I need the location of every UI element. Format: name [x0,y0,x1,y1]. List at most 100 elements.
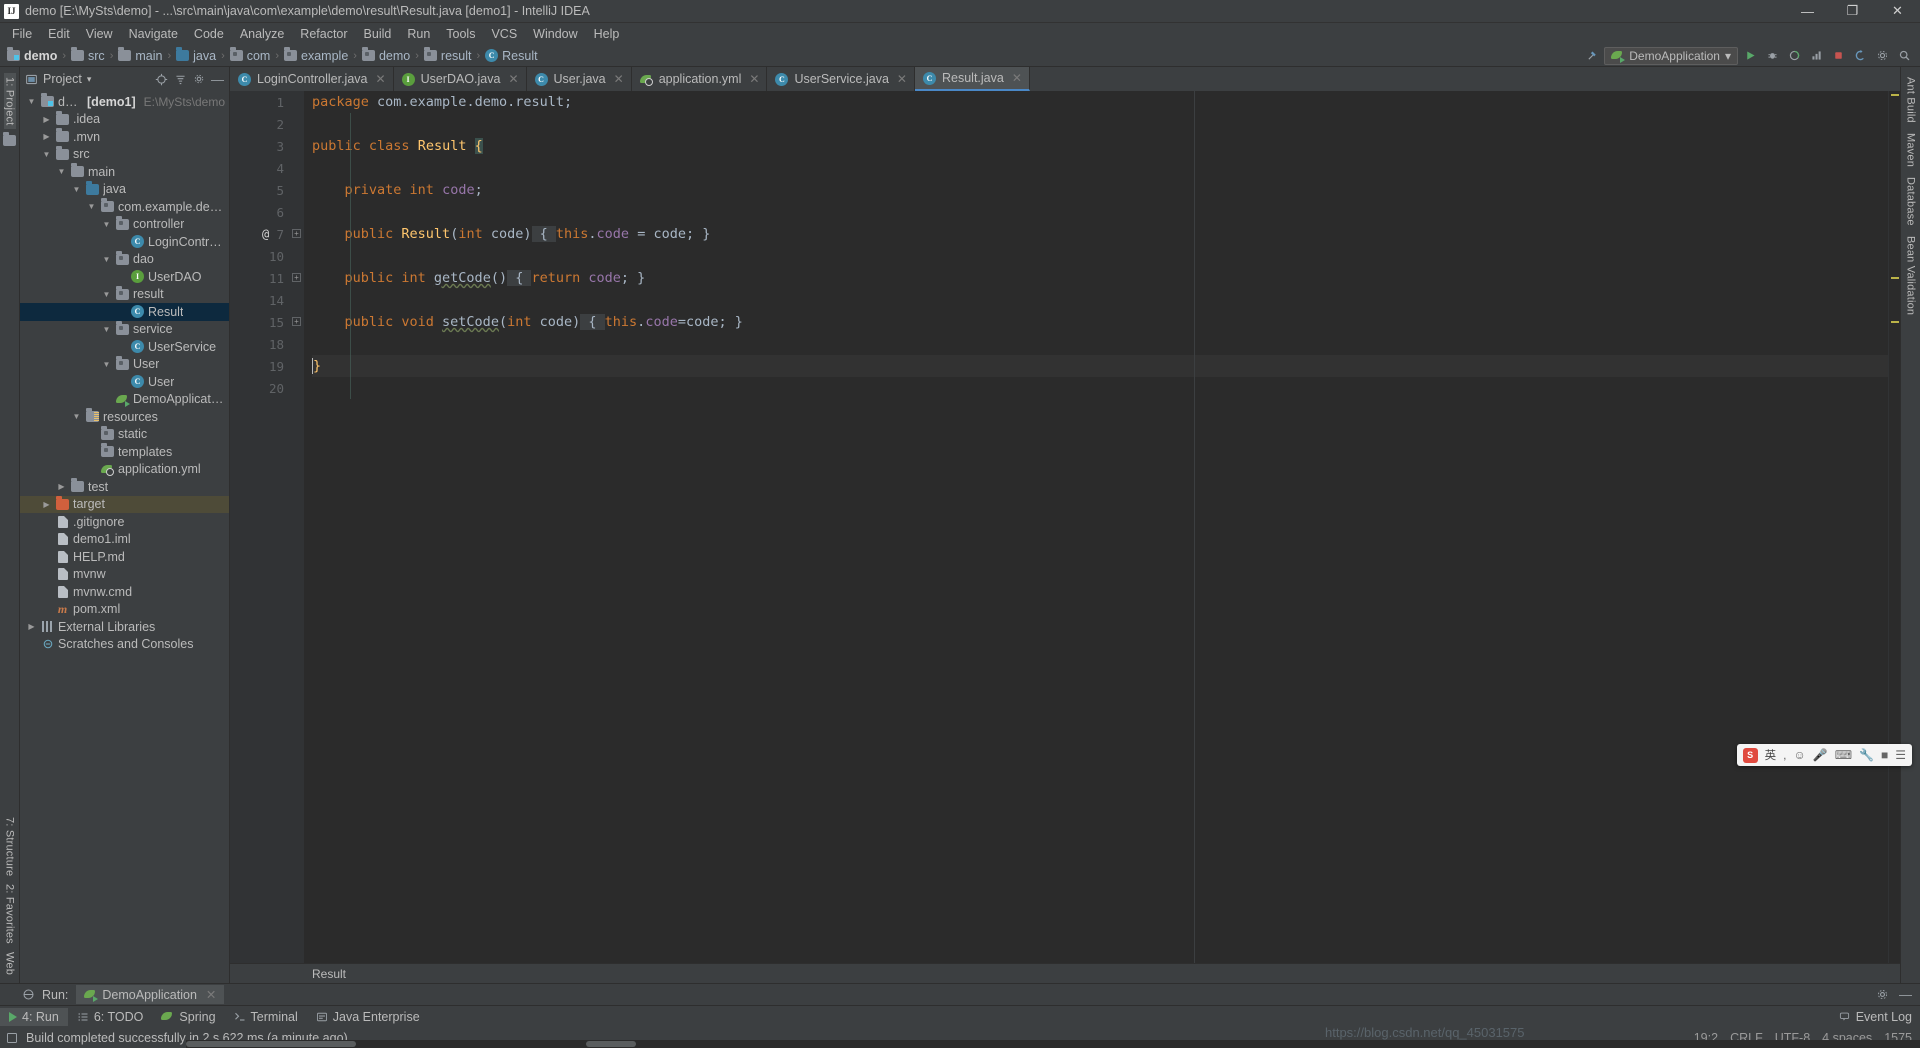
tree-item-test[interactable]: ▶ test [20,478,229,496]
menu-run[interactable]: Run [399,25,438,43]
twisty-collapsed-icon[interactable]: ▶ [26,622,37,631]
tree-item-main[interactable]: ▼ main [20,163,229,181]
gutter-line-number[interactable]: 2 [230,113,290,135]
editor-tab-user-java[interactable]: C User.java ✕ [526,67,632,91]
tree-item-mvn[interactable]: ▶ .mvn [20,128,229,146]
rail-bean-validation-button[interactable]: Bean Validation [1905,232,1917,319]
breadcrumb-java[interactable]: java [173,47,219,64]
fold-expand-icon[interactable]: + [292,273,301,282]
menu-analyze[interactable]: Analyze [232,25,292,43]
menu-tools[interactable]: Tools [438,25,483,43]
editor-tab-userservice-java[interactable]: C UserService.java ✕ [767,67,915,91]
menu-window[interactable]: Window [525,25,585,43]
skin-icon[interactable]: ■ [1881,748,1888,762]
breadcrumb-com[interactable]: com [227,47,274,64]
gear-icon[interactable] [1876,988,1889,1001]
scrollbar-thumb[interactable] [186,1041,356,1047]
search-icon[interactable] [1894,47,1914,65]
breadcrumb-demo[interactable]: demo [4,47,60,64]
tree-item-dao[interactable]: ▼ dao [20,250,229,269]
breadcrumb-demo-pkg[interactable]: demo [359,47,413,64]
stripe-mark-warning[interactable] [1891,277,1899,279]
gutter-line-number[interactable]: 7 @ [230,223,290,245]
close-icon[interactable]: ✕ [897,72,907,86]
tree-item-resources[interactable]: ▼ resources [20,408,229,426]
menu-edit[interactable]: Edit [40,25,78,43]
tree-item-application-yml[interactable]: application.yml [20,461,229,479]
breadcrumb-example[interactable]: example [281,47,351,64]
code-line[interactable]: public void setCode(int code) { this.cod… [312,311,1888,333]
menu-view[interactable]: View [78,25,121,43]
ime-toolbar[interactable]: S 英 , ☺ 🎤 ⌨ 🔧 ■ ☰ [1736,744,1912,766]
tree-item-help-md[interactable]: HELP.md [20,548,229,566]
tree-item-demo[interactable]: ▼ demo [demo1] E:\MySts\demo [20,93,229,111]
code-line[interactable]: package com.example.demo.result; [312,91,1888,113]
annotation-gutter-icon[interactable]: @ [262,227,269,241]
editor-code-area[interactable]: package com.example.demo.result; public … [304,91,1888,963]
twisty-expanded-icon[interactable]: ▼ [101,255,112,264]
rail-structure-button[interactable]: 7: Structure [4,813,16,880]
breadcrumb-result[interactable]: result [421,47,475,64]
gutter-line-number[interactable]: 15 [230,311,290,333]
twisty-expanded-icon[interactable]: ▼ [101,325,112,334]
toolstrip-spring[interactable]: Spring [152,1008,224,1026]
twisty-collapsed-icon[interactable]: ▶ [41,500,52,509]
breadcrumb-class-result[interactable]: C Result [482,48,540,64]
gutter-line-number[interactable]: 19 [230,355,290,377]
gutter-line-number[interactable]: 1 [230,91,290,113]
breadcrumb-main[interactable]: main [115,47,165,64]
toolstrip-run[interactable]: 4: Run [0,1007,68,1026]
tree-item-scratches-and-consoles[interactable]: Scratches and Consoles [20,636,229,654]
code-line[interactable] [312,333,1888,355]
tree-item-mvnw[interactable]: mvnw [20,566,229,584]
rail-project-button[interactable]: 1: Project [3,73,16,130]
twisty-expanded-icon[interactable]: ▼ [101,360,112,369]
rail-web-button[interactable]: Web [4,948,16,979]
gutter-line-number[interactable]: 20 [230,377,290,399]
editor-tab-result-java[interactable]: C Result.java ✕ [914,67,1030,91]
update-project-button[interactable] [1850,47,1870,65]
twisty-expanded-icon[interactable]: ▼ [41,150,52,159]
editor-breadcrumb[interactable]: Result [230,963,1900,983]
tree-item-idea[interactable]: ▶ .idea [20,110,229,129]
tree-item-mvnw-cmd[interactable]: mvnw.cmd [20,583,229,601]
twisty-collapsed-icon[interactable]: ▶ [56,482,67,491]
tree-item-templates[interactable]: templates [20,443,229,461]
close-icon[interactable]: ✕ [376,72,386,86]
scrollbar-thumb-secondary[interactable] [586,1041,636,1047]
tree-item-static[interactable]: static [20,425,229,444]
code-line[interactable]: } [312,355,1888,377]
gutter-line-number[interactable]: 14 [230,289,290,311]
minimize-button[interactable]: — [1785,0,1830,22]
tree-item-com-example-demo[interactable]: ▼ com.example.demo [20,198,229,216]
code-line[interactable] [312,113,1888,135]
collapse-all-icon[interactable] [174,73,187,86]
settings-gear-icon[interactable] [1872,47,1892,65]
code-line[interactable] [312,377,1888,399]
editor-tab-userdao-java[interactable]: I UserDAO.java ✕ [393,67,527,91]
profile-button[interactable] [1806,47,1826,65]
twisty-expanded-icon[interactable]: ▼ [26,97,37,106]
tree-item-result[interactable]: C Result [20,303,229,321]
menu-code[interactable]: Code [186,25,232,43]
code-line[interactable] [312,201,1888,223]
editor-tab-logincontroller-java[interactable]: C LoginController.java ✕ [230,67,394,91]
twisty-collapsed-icon[interactable]: ▶ [41,115,52,124]
run-tab-demoapplication[interactable]: DemoApplication ✕ [76,985,225,1004]
menu-help[interactable]: Help [586,25,628,43]
comma-icon[interactable]: , [1783,748,1786,762]
rail-ant-build-button[interactable]: Ant Build [1905,73,1917,127]
tree-item-logincontroller[interactable]: C LoginController [20,233,229,251]
editor-tab-application-yml[interactable]: application.yml ✕ [631,67,768,91]
menu-vcs[interactable]: VCS [483,25,525,43]
source-code[interactable]: package com.example.demo.result; public … [304,91,1888,399]
twisty-expanded-icon[interactable]: ▼ [71,412,82,421]
twisty-expanded-icon[interactable]: ▼ [86,202,97,211]
error-stripe[interactable] [1888,91,1900,963]
fold-expand-icon[interactable]: + [292,317,301,326]
twisty-expanded-icon[interactable]: ▼ [56,167,67,176]
close-icon[interactable]: ✕ [1012,71,1022,85]
tree-item-demo1-iml[interactable]: demo1.iml [20,531,229,549]
rail-database-button[interactable]: Database [1905,173,1917,230]
tree-item-demoapplication[interactable]: DemoApplication [20,391,229,409]
